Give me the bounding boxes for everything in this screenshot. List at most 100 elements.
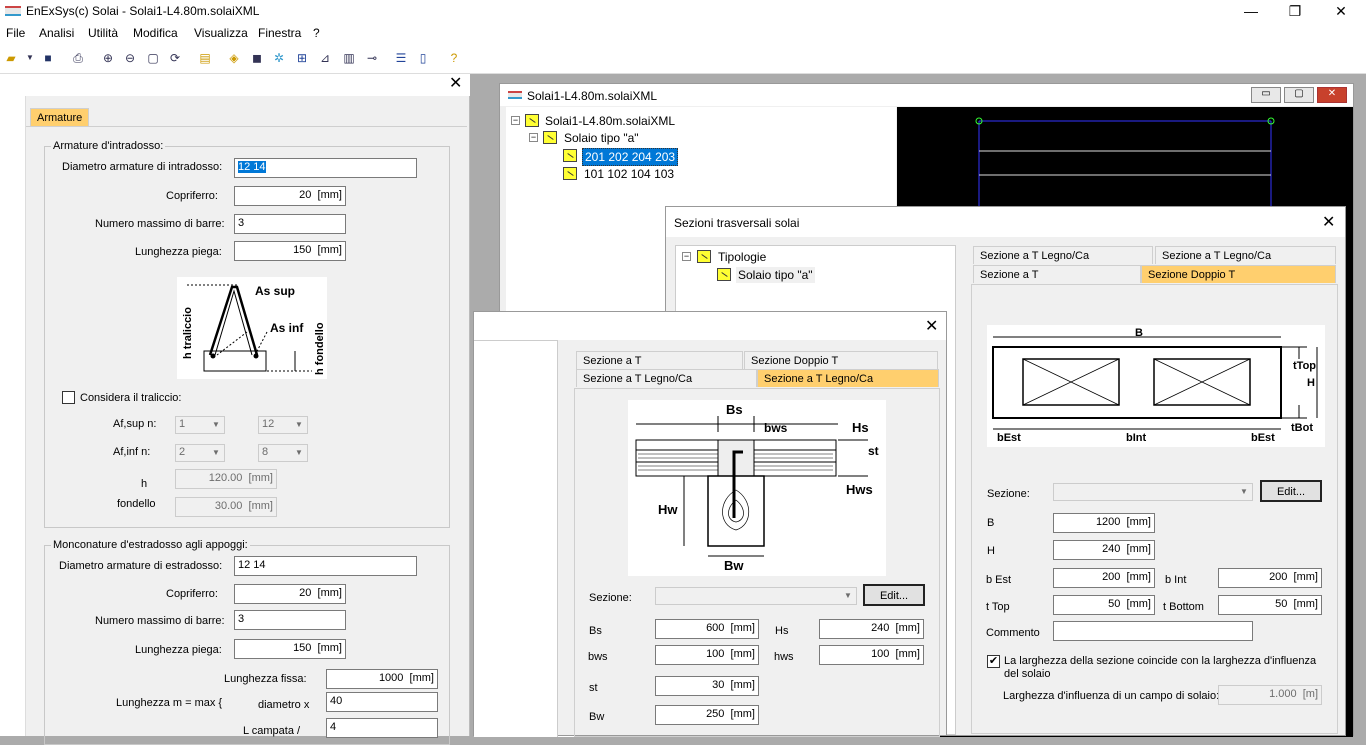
lfissa-input[interactable]: 1000 [mm] bbox=[326, 669, 438, 689]
sez2-bws-value: 100 bbox=[706, 648, 725, 660]
diametro-x-input[interactable]: 40 bbox=[326, 692, 438, 712]
tab-doppio-t[interactable]: Sezione Doppio T bbox=[1141, 265, 1336, 283]
sez2-bws-input[interactable]: 100 [mm] bbox=[655, 645, 759, 665]
tree-solaio[interactable]: Solaio tipo "a" bbox=[564, 131, 639, 145]
tree-campata-2[interactable]: 101 102 104 103 bbox=[584, 167, 674, 181]
tab2-t-legno-2[interactable]: Sezione a T Legno/Ca bbox=[757, 369, 939, 387]
menu-analisi[interactable]: Analisi bbox=[39, 26, 74, 40]
close-icon[interactable]: ✕ bbox=[1322, 215, 1335, 231]
sez1-best-input[interactable]: 200 [mm] bbox=[1053, 568, 1155, 588]
grid-icon[interactable]: ▥ bbox=[341, 50, 357, 66]
menu-help[interactable]: ? bbox=[313, 26, 320, 40]
menu-finestra[interactable]: Finestra bbox=[258, 26, 301, 40]
afsup-d-select[interactable]: 12 ▼ bbox=[258, 416, 308, 434]
menu-modifica[interactable]: Modifica bbox=[133, 26, 178, 40]
menu-file[interactable]: File bbox=[6, 26, 25, 40]
save-icon[interactable]: ■ bbox=[40, 50, 56, 66]
lcampata-label: L campata / bbox=[243, 725, 301, 737]
sez1-edit-button[interactable]: Edit... bbox=[1260, 480, 1322, 502]
sez1-tbot-input[interactable]: 50 [mm] bbox=[1218, 595, 1322, 615]
minimize-button[interactable]: — bbox=[1228, 0, 1274, 23]
tree-root[interactable]: Solai1-L4.80m.solaiXML bbox=[545, 114, 675, 128]
tab-t-legno-1[interactable]: Sezione a T Legno/Ca bbox=[973, 246, 1153, 264]
copriferro-estra-label: Copriferro: bbox=[166, 588, 218, 600]
chart-icon[interactable]: ⊿ bbox=[317, 50, 333, 66]
materials-icon[interactable]: ◈ bbox=[226, 50, 242, 66]
larghezza-checkbox[interactable]: ✔ bbox=[987, 655, 1000, 668]
afinf-d-value: 8 bbox=[262, 446, 269, 458]
sez1-sezione-select[interactable]: ▼ bbox=[1053, 483, 1253, 501]
copriferro-estra-input[interactable]: 20 [mm] bbox=[234, 584, 346, 604]
traliccio-checkbox[interactable] bbox=[62, 391, 75, 404]
layout-vertical-icon[interactable]: ▯ bbox=[415, 50, 431, 66]
doc-maximize-button[interactable]: ▢ bbox=[1284, 87, 1314, 103]
tree-solaio-tipo[interactable]: Solaio tipo "a" bbox=[736, 267, 815, 283]
tab-sezione-t[interactable]: Sezione a T bbox=[973, 265, 1141, 283]
key-icon[interactable]: ⊸ bbox=[364, 50, 380, 66]
cube-icon[interactable]: ◼ bbox=[249, 50, 265, 66]
zoom-out-icon[interactable]: ⊖ bbox=[122, 50, 138, 66]
menu-visualizza[interactable]: Visualizza bbox=[194, 26, 248, 40]
gear-icon[interactable]: ✲ bbox=[271, 50, 287, 66]
nbarre-estra-input[interactable]: 3 bbox=[234, 610, 346, 630]
nbarre-intra-label: Numero massimo di barre: bbox=[95, 218, 225, 230]
diametro-intra-input[interactable]: 12 14 bbox=[234, 158, 417, 178]
help-icon[interactable]: ? bbox=[446, 50, 462, 66]
tab-t-legno-2[interactable]: Sezione a T Legno/Ca bbox=[1155, 246, 1336, 264]
afinf-d-select[interactable]: 8 ▼ bbox=[258, 444, 308, 462]
diametro-estra-input[interactable]: 12 14 bbox=[234, 556, 417, 576]
sez1-h-input[interactable]: 240 [mm] bbox=[1053, 540, 1155, 560]
fondello-input[interactable]: 30.00 [mm] bbox=[175, 497, 277, 517]
tab2-doppio-t[interactable]: Sezione Doppio T bbox=[744, 351, 938, 369]
open-icon[interactable]: ▰ bbox=[3, 50, 19, 66]
refresh-icon[interactable]: ⟳ bbox=[167, 50, 183, 66]
layout-horizontal-icon[interactable]: ☰ bbox=[393, 50, 409, 66]
tree-campata-1[interactable]: 201 202 204 203 bbox=[582, 148, 679, 166]
collapse-icon[interactable]: − bbox=[682, 252, 691, 261]
lcampata-input[interactable]: 4 bbox=[326, 718, 438, 738]
afsup-n-value: 1 bbox=[179, 418, 186, 430]
h-input[interactable]: 120.00 [mm] bbox=[175, 469, 277, 489]
sez2-bs-input[interactable]: 600 [mm] bbox=[655, 619, 759, 639]
nbarre-intra-input[interactable]: 3 bbox=[234, 214, 346, 234]
zoom-window-icon[interactable]: ▢ bbox=[145, 50, 161, 66]
piega-intra-label: Lunghezza piega: bbox=[135, 246, 222, 258]
afinf-n-select[interactable]: 2 ▼ bbox=[175, 444, 225, 462]
tree-tipologie[interactable]: Tipologie bbox=[718, 250, 766, 264]
piega-estra-input[interactable]: 150 [mm] bbox=[234, 639, 346, 659]
close-icon[interactable]: ✕ bbox=[925, 319, 938, 335]
piega-intra-input[interactable]: 150 [mm] bbox=[234, 241, 346, 261]
sez2-st-input[interactable]: 30 [mm] bbox=[655, 676, 759, 696]
doc-minimize-button[interactable]: ▭ bbox=[1251, 87, 1281, 103]
sez2-hws-input[interactable]: 100 [mm] bbox=[819, 645, 924, 665]
dropdown-icon[interactable]: ▼ bbox=[22, 50, 38, 66]
b-label: B bbox=[1135, 327, 1143, 339]
menu-utilita[interactable]: Utilità bbox=[88, 26, 118, 40]
tab2-sezione-t[interactable]: Sezione a T bbox=[576, 351, 743, 369]
doc-close-button[interactable]: ✕ bbox=[1317, 87, 1347, 103]
close-icon[interactable]: ✕ bbox=[449, 76, 462, 92]
sez2-st-value: 30 bbox=[712, 679, 725, 691]
network-icon[interactable]: ⊞ bbox=[294, 50, 310, 66]
tab2-t-legno-1[interactable]: Sezione a T Legno/Ca bbox=[576, 369, 757, 387]
sez2-sezione-select[interactable]: ▼ bbox=[655, 587, 857, 605]
sez1-ttop-input[interactable]: 50 [mm] bbox=[1053, 595, 1155, 615]
copriferro-intra-input[interactable]: 20 [mm] bbox=[234, 186, 346, 206]
close-app-button[interactable]: ✕ bbox=[1318, 0, 1364, 23]
sez2-hs-input[interactable]: 240 [mm] bbox=[819, 619, 924, 639]
sez1-b-input[interactable]: 1200 [mm] bbox=[1053, 513, 1155, 533]
restore-button[interactable]: ❐ bbox=[1272, 0, 1318, 23]
campata-icon bbox=[563, 149, 577, 162]
zoom-in-icon[interactable]: ⊕ bbox=[100, 50, 116, 66]
sez1-commento-input[interactable] bbox=[1053, 621, 1253, 641]
print-icon[interactable]: ⎙ bbox=[70, 50, 86, 66]
collapse-icon[interactable]: − bbox=[511, 116, 520, 125]
collapse-icon[interactable]: − bbox=[529, 133, 538, 142]
afsup-n-select[interactable]: 1 ▼ bbox=[175, 416, 225, 434]
influenza-input[interactable]: 1.000 [m] bbox=[1218, 685, 1322, 705]
sez2-bw-input[interactable]: 250 [mm] bbox=[655, 705, 759, 725]
tool-icon[interactable]: ▤ bbox=[197, 50, 213, 66]
sez2-edit-button[interactable]: Edit... bbox=[863, 584, 925, 606]
sez1-bint-input[interactable]: 200 [mm] bbox=[1218, 568, 1322, 588]
tab-armature[interactable]: Armature bbox=[30, 108, 90, 127]
